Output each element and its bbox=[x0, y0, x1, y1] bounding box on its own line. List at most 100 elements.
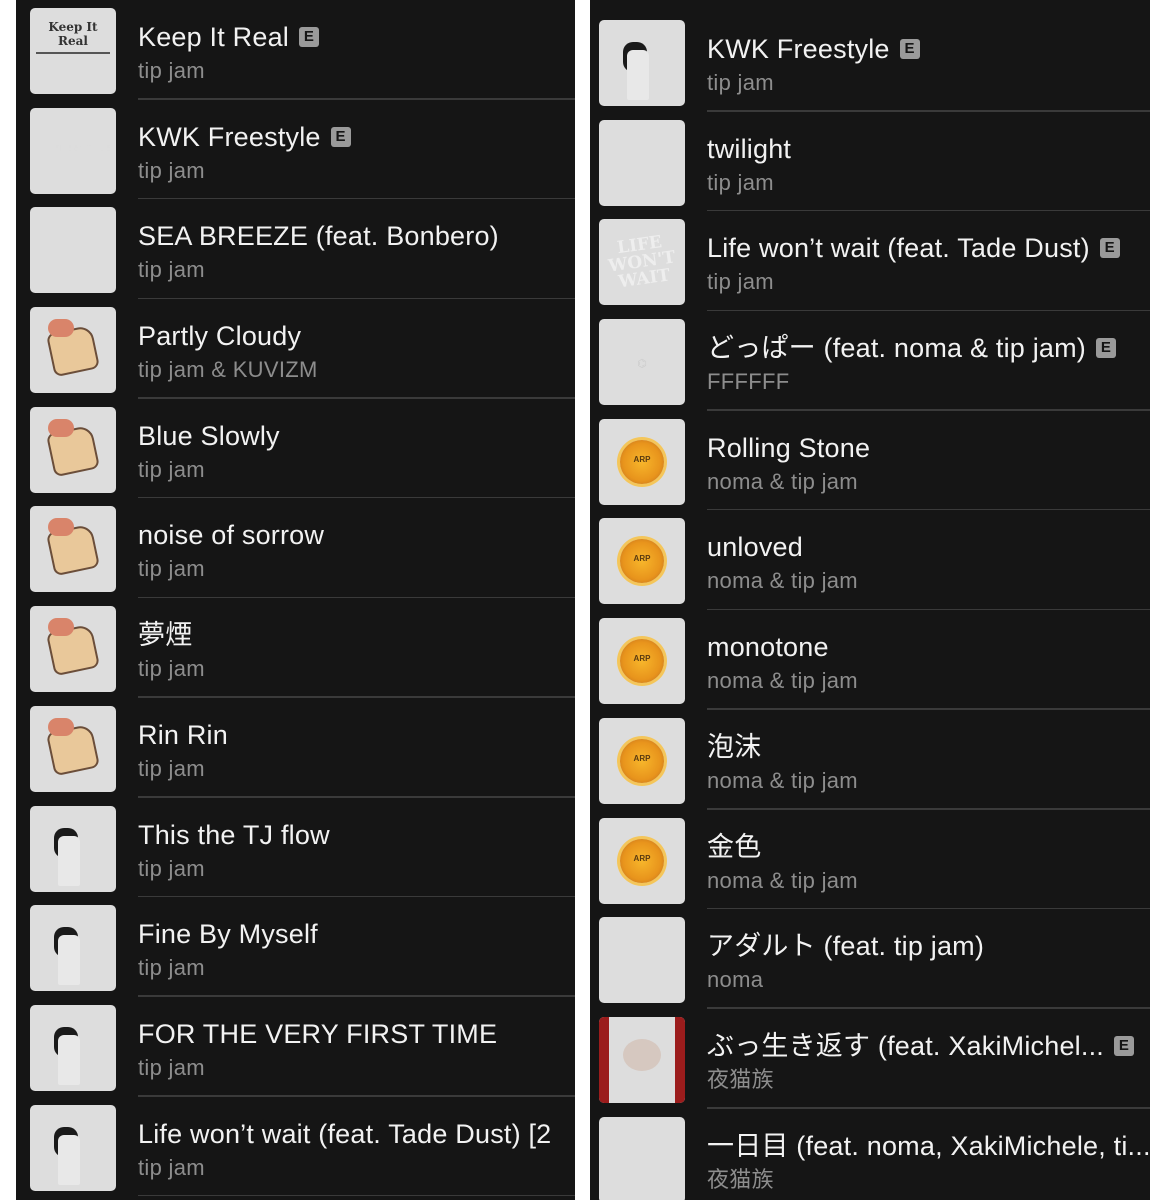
track-row[interactable]: FOR THE VERY FIRST TIME tip jam bbox=[16, 997, 575, 1097]
track-row[interactable]: noise of sorrow tip jam bbox=[16, 498, 575, 599]
album-artwork[interactable]: Keep It Real bbox=[30, 8, 116, 94]
track-artist: FFFFFF bbox=[707, 369, 790, 395]
track-title: 夢煙 bbox=[138, 618, 575, 652]
album-artwork[interactable] bbox=[30, 606, 116, 693]
track-row[interactable]: Rin Rin tip jam bbox=[16, 698, 575, 798]
artwork-border bbox=[675, 1016, 685, 1103]
track-row[interactable]: twilight tip jam bbox=[590, 112, 1150, 212]
album-artwork[interactable] bbox=[599, 20, 685, 106]
album-artwork[interactable] bbox=[30, 207, 116, 294]
artwork-title-text: ARP bbox=[633, 853, 651, 863]
album-artwork[interactable]: LIFE WON'T WAIT bbox=[599, 219, 685, 306]
album-artwork[interactable]: ARP bbox=[599, 817, 685, 904]
track-artist: tip jam bbox=[138, 157, 205, 183]
explicit-badge: E bbox=[1096, 338, 1116, 359]
track-row[interactable]: ARP Rolling Stone noma & tip jam bbox=[590, 411, 1150, 511]
track-text: Life won’t wait (feat. Tade Dust) Etip ja… bbox=[707, 231, 1150, 297]
album-artwork[interactable] bbox=[30, 1004, 116, 1091]
album-artwork[interactable] bbox=[30, 1104, 116, 1191]
album-artwork[interactable] bbox=[599, 1016, 685, 1103]
track-title-text: This the TJ flow bbox=[138, 819, 330, 850]
track-artist: tip jam bbox=[138, 257, 205, 283]
track-text: noise of sorrow tip jam bbox=[138, 518, 575, 584]
track-title: Keep It Real E bbox=[138, 20, 575, 54]
track-row[interactable]: KWKFREESTYLE KWK Freestyle E tip jam bbox=[16, 100, 575, 200]
track-row[interactable]: ARP unloved noma & tip jam bbox=[590, 510, 1150, 611]
album-artwork[interactable]: ARP bbox=[599, 418, 685, 505]
track-artist: tip jam bbox=[138, 755, 205, 781]
track-row[interactable]: 夢煙 tip jam bbox=[16, 598, 575, 698]
track-artist: tip jam bbox=[138, 855, 205, 881]
album-artwork[interactable] bbox=[30, 506, 116, 593]
album-artwork[interactable] bbox=[30, 406, 116, 493]
track-artist: 夜猫族 bbox=[707, 1166, 774, 1192]
track-text: 金色 noma & tip jam bbox=[707, 830, 1150, 896]
track-title: FOR THE VERY FIRST TIME bbox=[138, 1017, 575, 1051]
track-title-text: どっぱー (feat. noma & tip jam) bbox=[707, 333, 1086, 364]
track-title: 一日目 (feat. noma, XakiMichele, ti... bbox=[707, 1129, 1150, 1163]
track-row[interactable]: アダルト (feat. tip jam) noma bbox=[590, 909, 1150, 1009]
track-row[interactable]: ARP monotone noma & tip jam bbox=[590, 610, 1150, 710]
track-row[interactable]: ★Partly Cloudytip jam & KUVIZM bbox=[16, 299, 575, 399]
hand-artwork-shape bbox=[48, 717, 74, 736]
album-artwork[interactable]: ARP bbox=[599, 717, 685, 804]
track-text: 一日目 (feat. noma, XakiMichele, ti... 夜猫族 bbox=[707, 1129, 1150, 1195]
row-divider bbox=[138, 1194, 575, 1197]
track-artist: tip jam bbox=[138, 955, 205, 981]
track-row[interactable]: ぶっ生き返す (feat. XakiMichel... E 夜猫族 bbox=[590, 1009, 1150, 1109]
album-artwork[interactable]: KWKFREESTYLE bbox=[30, 107, 116, 194]
track-row[interactable]: ARP 金色 noma & tip jam bbox=[590, 810, 1150, 910]
track-text: monotone noma & tip jam bbox=[707, 630, 1150, 696]
track-title: KWK Freestyle E bbox=[138, 120, 575, 154]
track-title-text: monotone bbox=[707, 632, 829, 663]
track-row[interactable]: Keep It Real Keep It Real E tip jam bbox=[16, 0, 575, 100]
artwork-line bbox=[36, 52, 110, 54]
track-row[interactable]: KWK Freestyle Etip jam bbox=[590, 12, 1150, 112]
track-title-text: noise of sorrow bbox=[138, 520, 325, 551]
track-title-text: Fine By Myself bbox=[138, 919, 318, 950]
track-row[interactable]: ARP 泡沫 noma & tip jam bbox=[590, 710, 1150, 810]
album-artwork[interactable] bbox=[30, 307, 116, 394]
album-artwork[interactable] bbox=[30, 805, 116, 892]
track-artist: tip jam bbox=[138, 556, 205, 582]
track-artist: noma & tip jam bbox=[707, 767, 858, 793]
album-artwork[interactable] bbox=[599, 119, 685, 206]
album-artwork[interactable] bbox=[599, 1116, 685, 1200]
track-title: Life won’t wait (feat. Tade Dust) E bbox=[707, 231, 1150, 265]
figure-body-shape bbox=[58, 835, 80, 886]
track-title: Life won’t wait (feat. Tade Dust) [2 bbox=[138, 1117, 575, 1151]
track-title-text: Rin Rin bbox=[138, 719, 228, 750]
artwork-border bbox=[599, 1016, 609, 1103]
album-artwork[interactable] bbox=[30, 705, 116, 792]
track-title-text: 泡沫 bbox=[707, 731, 762, 762]
brain-artwork-shape bbox=[623, 1038, 661, 1071]
album-artwork[interactable]: ARP bbox=[599, 518, 685, 605]
hand-artwork-shape bbox=[48, 319, 74, 338]
track-title: noise of sorrow bbox=[138, 518, 575, 552]
track-title: monotone bbox=[707, 630, 1150, 664]
track-title-text: Blue Slowly bbox=[138, 420, 280, 451]
track-row[interactable]: 一日目 (feat. noma, XakiMichele, ti... 夜猫族 bbox=[590, 1109, 1150, 1200]
track-artist: tip jam bbox=[138, 58, 205, 83]
track-artist: noma & tip jam bbox=[707, 568, 858, 594]
track-row[interactable]: Fine By Myself tip jam bbox=[16, 897, 575, 997]
track-list-right: KWK Freestyle Etip jam twilight tip jam LIFE… bbox=[590, 0, 1150, 1200]
album-artwork[interactable] bbox=[599, 917, 685, 1004]
track-row[interactable]: ⌬ どっぱー (feat. noma & tip jam) E FFFFFF bbox=[590, 311, 1150, 411]
track-text: KWK Freestyle E tip jam bbox=[138, 120, 575, 186]
track-row[interactable]: ★Blue Slowlytip jam bbox=[16, 399, 575, 499]
track-text: unloved noma & tip jam bbox=[707, 530, 1150, 596]
album-artwork[interactable]: ARP bbox=[599, 618, 685, 705]
artwork-title-text: ARP bbox=[633, 554, 651, 564]
track-list: KWK Freestyle Etip jam twilight tip jam LIFE… bbox=[590, 12, 1150, 1200]
explicit-badge: E bbox=[1099, 238, 1120, 259]
track-title: アダルト (feat. tip jam) bbox=[707, 929, 1150, 963]
track-title: unloved bbox=[707, 530, 1150, 564]
album-artwork[interactable]: ⌬ bbox=[599, 319, 685, 406]
track-row[interactable]: LIFE WON'T WAIT Life won’t wait (feat. Ta… bbox=[590, 211, 1150, 312]
track-row[interactable]: This the TJ flow tip jam bbox=[16, 798, 575, 898]
album-artwork[interactable] bbox=[30, 905, 116, 992]
track-row[interactable]: SEA BREEZE (feat. Bonbero) tip jam bbox=[16, 199, 575, 300]
track-row[interactable]: Life won’t wait (feat. Tade Dust) [2 tip … bbox=[16, 1097, 575, 1197]
track-title: twilight bbox=[707, 132, 1150, 166]
